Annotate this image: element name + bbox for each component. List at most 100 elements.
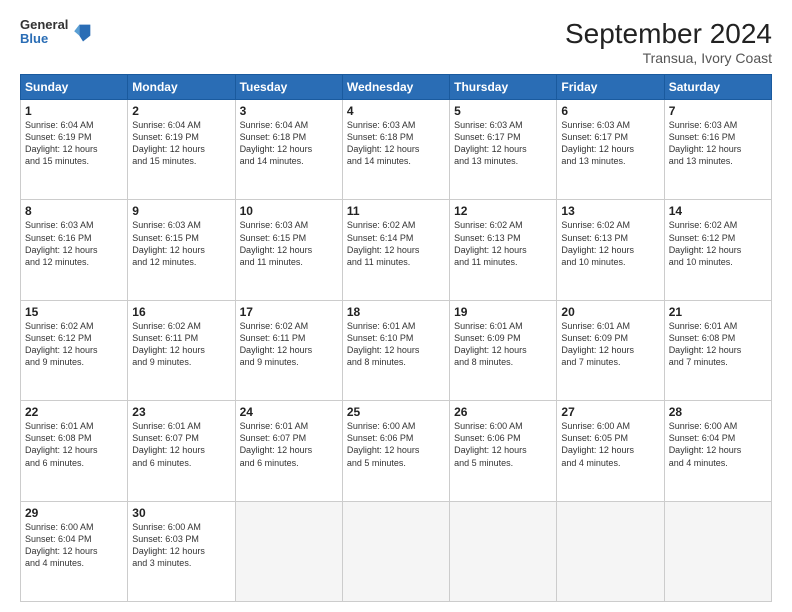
logo: General Blue [20, 18, 94, 47]
day-cell [235, 501, 342, 601]
week-row: 1Sunrise: 6:04 AMSunset: 6:19 PMDaylight… [21, 100, 772, 200]
day-info: Sunrise: 6:02 AMSunset: 6:11 PMDaylight:… [132, 320, 230, 369]
day-number: 27 [561, 405, 659, 419]
day-cell [664, 501, 771, 601]
day-info: Sunrise: 6:03 AMSunset: 6:16 PMDaylight:… [669, 119, 767, 168]
day-number: 2 [132, 104, 230, 118]
page-title: September 2024 [565, 18, 772, 50]
day-info: Sunrise: 6:00 AMSunset: 6:05 PMDaylight:… [561, 420, 659, 469]
day-info: Sunrise: 6:03 AMSunset: 6:17 PMDaylight:… [454, 119, 552, 168]
day-cell: 11Sunrise: 6:02 AMSunset: 6:14 PMDayligh… [342, 200, 449, 300]
day-number: 5 [454, 104, 552, 118]
day-number: 15 [25, 305, 123, 319]
day-info: Sunrise: 6:02 AMSunset: 6:13 PMDaylight:… [561, 219, 659, 268]
column-header-monday: Monday [128, 75, 235, 100]
day-cell [450, 501, 557, 601]
header: General Blue September 2024 Transua, Ivo… [20, 18, 772, 66]
week-row: 29Sunrise: 6:00 AMSunset: 6:04 PMDayligh… [21, 501, 772, 601]
day-info: Sunrise: 6:02 AMSunset: 6:11 PMDaylight:… [240, 320, 338, 369]
day-number: 17 [240, 305, 338, 319]
day-info: Sunrise: 6:03 AMSunset: 6:16 PMDaylight:… [25, 219, 123, 268]
day-info: Sunrise: 6:00 AMSunset: 6:04 PMDaylight:… [669, 420, 767, 469]
day-info: Sunrise: 6:01 AMSunset: 6:09 PMDaylight:… [454, 320, 552, 369]
day-info: Sunrise: 6:04 AMSunset: 6:18 PMDaylight:… [240, 119, 338, 168]
day-info: Sunrise: 6:01 AMSunset: 6:08 PMDaylight:… [669, 320, 767, 369]
header-row: SundayMondayTuesdayWednesdayThursdayFrid… [21, 75, 772, 100]
day-cell: 6Sunrise: 6:03 AMSunset: 6:17 PMDaylight… [557, 100, 664, 200]
day-number: 14 [669, 204, 767, 218]
day-number: 18 [347, 305, 445, 319]
day-number: 11 [347, 204, 445, 218]
day-info: Sunrise: 6:03 AMSunset: 6:15 PMDaylight:… [240, 219, 338, 268]
day-cell: 29Sunrise: 6:00 AMSunset: 6:04 PMDayligh… [21, 501, 128, 601]
week-row: 8Sunrise: 6:03 AMSunset: 6:16 PMDaylight… [21, 200, 772, 300]
day-cell: 30Sunrise: 6:00 AMSunset: 6:03 PMDayligh… [128, 501, 235, 601]
day-number: 20 [561, 305, 659, 319]
day-cell: 18Sunrise: 6:01 AMSunset: 6:10 PMDayligh… [342, 300, 449, 400]
column-header-sunday: Sunday [21, 75, 128, 100]
day-number: 28 [669, 405, 767, 419]
day-cell: 3Sunrise: 6:04 AMSunset: 6:18 PMDaylight… [235, 100, 342, 200]
column-header-tuesday: Tuesday [235, 75, 342, 100]
day-cell: 23Sunrise: 6:01 AMSunset: 6:07 PMDayligh… [128, 401, 235, 501]
week-row: 15Sunrise: 6:02 AMSunset: 6:12 PMDayligh… [21, 300, 772, 400]
day-number: 4 [347, 104, 445, 118]
day-info: Sunrise: 6:02 AMSunset: 6:14 PMDaylight:… [347, 219, 445, 268]
day-info: Sunrise: 6:04 AMSunset: 6:19 PMDaylight:… [25, 119, 123, 168]
day-number: 30 [132, 506, 230, 520]
day-cell [342, 501, 449, 601]
day-cell: 2Sunrise: 6:04 AMSunset: 6:19 PMDaylight… [128, 100, 235, 200]
day-cell: 4Sunrise: 6:03 AMSunset: 6:18 PMDaylight… [342, 100, 449, 200]
day-info: Sunrise: 6:02 AMSunset: 6:13 PMDaylight:… [454, 219, 552, 268]
day-number: 9 [132, 204, 230, 218]
day-cell: 1Sunrise: 6:04 AMSunset: 6:19 PMDaylight… [21, 100, 128, 200]
day-info: Sunrise: 6:00 AMSunset: 6:06 PMDaylight:… [454, 420, 552, 469]
day-cell: 17Sunrise: 6:02 AMSunset: 6:11 PMDayligh… [235, 300, 342, 400]
day-number: 13 [561, 204, 659, 218]
day-number: 12 [454, 204, 552, 218]
logo-general: General [20, 18, 68, 32]
day-number: 19 [454, 305, 552, 319]
day-cell: 8Sunrise: 6:03 AMSunset: 6:16 PMDaylight… [21, 200, 128, 300]
day-number: 1 [25, 104, 123, 118]
day-number: 23 [132, 405, 230, 419]
column-header-wednesday: Wednesday [342, 75, 449, 100]
day-info: Sunrise: 6:01 AMSunset: 6:07 PMDaylight:… [132, 420, 230, 469]
day-info: Sunrise: 6:01 AMSunset: 6:07 PMDaylight:… [240, 420, 338, 469]
day-cell: 26Sunrise: 6:00 AMSunset: 6:06 PMDayligh… [450, 401, 557, 501]
day-info: Sunrise: 6:00 AMSunset: 6:03 PMDaylight:… [132, 521, 230, 570]
day-number: 26 [454, 405, 552, 419]
day-cell: 24Sunrise: 6:01 AMSunset: 6:07 PMDayligh… [235, 401, 342, 501]
day-number: 25 [347, 405, 445, 419]
day-cell: 10Sunrise: 6:03 AMSunset: 6:15 PMDayligh… [235, 200, 342, 300]
day-number: 6 [561, 104, 659, 118]
day-cell: 5Sunrise: 6:03 AMSunset: 6:17 PMDaylight… [450, 100, 557, 200]
day-cell: 13Sunrise: 6:02 AMSunset: 6:13 PMDayligh… [557, 200, 664, 300]
day-cell [557, 501, 664, 601]
day-info: Sunrise: 6:02 AMSunset: 6:12 PMDaylight:… [669, 219, 767, 268]
day-cell: 22Sunrise: 6:01 AMSunset: 6:08 PMDayligh… [21, 401, 128, 501]
day-cell: 7Sunrise: 6:03 AMSunset: 6:16 PMDaylight… [664, 100, 771, 200]
day-info: Sunrise: 6:02 AMSunset: 6:12 PMDaylight:… [25, 320, 123, 369]
day-number: 3 [240, 104, 338, 118]
day-cell: 20Sunrise: 6:01 AMSunset: 6:09 PMDayligh… [557, 300, 664, 400]
logo-text: General Blue [20, 18, 68, 47]
day-info: Sunrise: 6:03 AMSunset: 6:18 PMDaylight:… [347, 119, 445, 168]
day-cell: 14Sunrise: 6:02 AMSunset: 6:12 PMDayligh… [664, 200, 771, 300]
day-cell: 19Sunrise: 6:01 AMSunset: 6:09 PMDayligh… [450, 300, 557, 400]
day-number: 7 [669, 104, 767, 118]
day-number: 24 [240, 405, 338, 419]
calendar-table: SundayMondayTuesdayWednesdayThursdayFrid… [20, 74, 772, 602]
column-header-friday: Friday [557, 75, 664, 100]
day-number: 22 [25, 405, 123, 419]
day-number: 10 [240, 204, 338, 218]
day-info: Sunrise: 6:00 AMSunset: 6:04 PMDaylight:… [25, 521, 123, 570]
logo-icon [72, 21, 94, 43]
page-subtitle: Transua, Ivory Coast [565, 50, 772, 66]
day-cell: 28Sunrise: 6:00 AMSunset: 6:04 PMDayligh… [664, 401, 771, 501]
day-info: Sunrise: 6:01 AMSunset: 6:09 PMDaylight:… [561, 320, 659, 369]
day-cell: 25Sunrise: 6:00 AMSunset: 6:06 PMDayligh… [342, 401, 449, 501]
day-number: 21 [669, 305, 767, 319]
day-info: Sunrise: 6:00 AMSunset: 6:06 PMDaylight:… [347, 420, 445, 469]
day-cell: 12Sunrise: 6:02 AMSunset: 6:13 PMDayligh… [450, 200, 557, 300]
